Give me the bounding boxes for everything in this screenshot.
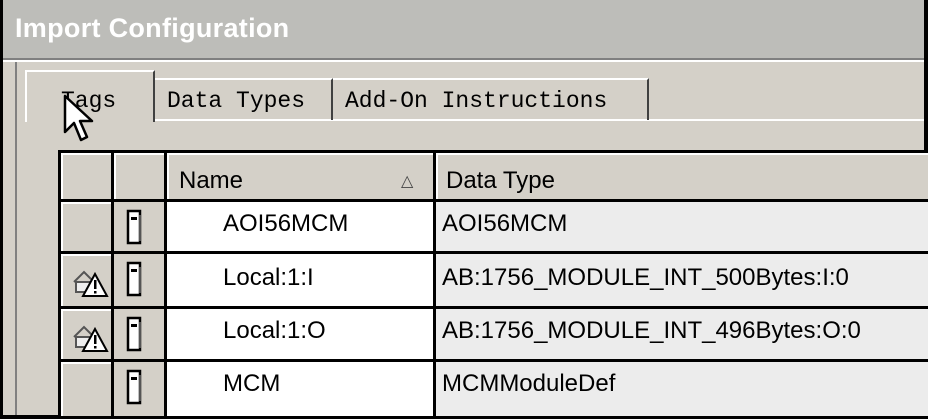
header-data-type-column[interactable]: Data Type [436,153,928,199]
header-data-type-label: Data Type [446,167,555,194]
module-icon [126,209,142,245]
sort-ascending-icon: △ [401,173,414,190]
header-name-column[interactable]: Name △ [167,153,433,199]
header-status-column[interactable] [61,153,111,199]
module-icon [126,369,142,405]
tab-add-on-instructions-label: Add-On Instructions [345,88,608,114]
tag-data-type: MCMModuleDef [442,370,616,397]
tag-name: Local:1:O [223,317,326,344]
warning-icon [73,325,109,352]
tag-data-type: AB:1756_MODULE_INT_500Bytes:I:0 [442,264,849,291]
row-status-button[interactable] [61,309,111,359]
tag-name: MCM [223,370,281,397]
tag-name: AOI56MCM [223,210,349,237]
row-icon-cell [114,254,164,306]
row-icon-cell [114,362,164,416]
module-icon [126,261,142,297]
row-icon-cell [114,202,164,251]
dialog-title: Import Configuration [15,13,290,43]
tags-table: Name △ Data Type AOI56MCM AOI56MCM Local… [58,150,928,419]
table-row-name[interactable]: Local:1:O [167,309,433,359]
table-row-data-type[interactable]: AB:1756_MODULE_INT_496Bytes:O:0 [436,309,928,359]
panel-border [15,62,17,415]
table-row-name[interactable]: MCM [167,362,433,416]
row-icon-cell [114,309,164,359]
tab-data-types[interactable]: Data Types [155,78,333,120]
row-status-button[interactable] [61,254,111,306]
tab-data-types-label: Data Types [167,88,306,114]
row-status-button[interactable] [61,362,111,416]
table-row-name[interactable]: AOI56MCM [167,202,433,251]
tag-data-type: AB:1756_MODULE_INT_496Bytes:O:0 [442,317,861,344]
mouse-pointer-icon [63,94,94,142]
title-bar[interactable]: Import Configuration [3,0,924,58]
table-row-name[interactable]: Local:1:I [167,254,433,306]
tag-data-type: AOI56MCM [442,210,568,237]
warning-icon [73,270,109,297]
header-name-label: Name [179,167,244,194]
table-row-data-type[interactable]: MCMModuleDef [436,362,928,416]
module-icon [126,316,142,352]
tag-name: Local:1:I [223,264,314,291]
tab-add-on-instructions[interactable]: Add-On Instructions [333,78,649,120]
title-divider-highlight [3,60,924,62]
row-status-button[interactable] [61,202,111,251]
header-icon-column[interactable] [114,153,164,199]
table-row-data-type[interactable]: AB:1756_MODULE_INT_500Bytes:I:0 [436,254,928,306]
table-row-data-type[interactable]: AOI56MCM [436,202,928,251]
